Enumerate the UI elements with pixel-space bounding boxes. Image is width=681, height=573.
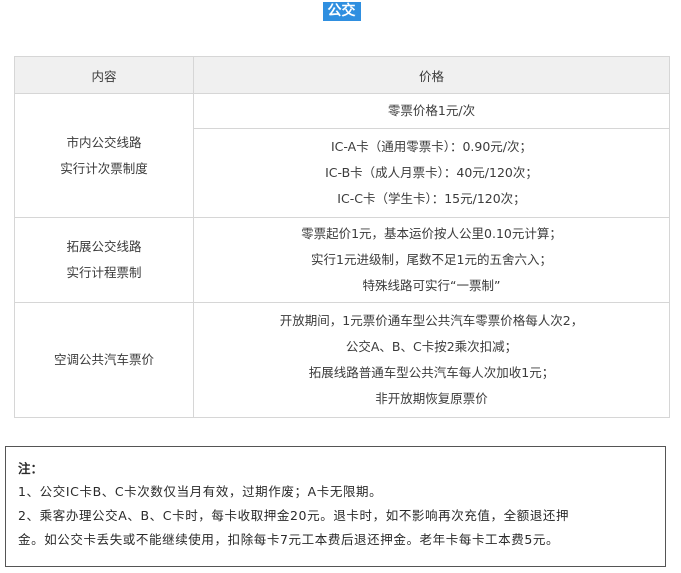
price-line: 公交A、B、C卡按2乘次扣减； xyxy=(345,339,518,354)
content-line: 空调公共汽车票价 xyxy=(53,352,154,367)
table-row: 市内公交线路 实行计次票制度 零票价格1元/次 xyxy=(14,93,670,218)
title-bar: 公交 xyxy=(0,0,681,21)
header-content: 内容 xyxy=(14,56,194,94)
price-line: IC-C卡（学生卡）：15元/120次； xyxy=(337,191,526,206)
price-line: 零票起价1元，基本运价按人公里0.10元计算； xyxy=(301,226,562,241)
price-line: 非开放期恢复原票价 xyxy=(375,391,488,406)
content-line: 市内公交线路 xyxy=(66,134,142,150)
note-box: 注： 1、公交IC卡B、C卡次数仅当月有效，过期作废；A卡无限期。 2、乘客办理… xyxy=(5,446,666,567)
content-line: 实行计次票制度 xyxy=(60,160,148,176)
price-line: 特殊线路可实行“一票制” xyxy=(362,278,501,293)
price-line: IC-B卡（成人月票卡）：40元/120次； xyxy=(325,165,538,180)
content-cell: 市内公交线路 实行计次票制度 xyxy=(14,93,194,218)
content-line: 实行计程票制 xyxy=(66,265,142,280)
price-line: 零票价格1元/次 xyxy=(387,103,476,118)
fare-table: 内容 价格 市内公交线路 实行计次票制度 零票价格1元/次 IC-A卡（通用零票… xyxy=(14,56,670,418)
note-line: 1、公交IC卡B、C卡次数仅当月有效，过期作废；A卡无限期。 xyxy=(18,484,383,499)
price-line: IC-A卡（通用零票卡）：0.90元/次； xyxy=(331,139,532,154)
table-row: 拓展公交线路 实行计程票制 零票起价1元，基本运价按人公里0.10元计算； 实行… xyxy=(14,217,670,303)
note-line: 金。如公交卡丢失或不能继续使用，扣除每卡7元工本费后退还押金。老年卡每卡工本费5… xyxy=(18,532,560,547)
price-line: 开放期间，1元票价通车型公共汽车零票价格每人次2， xyxy=(279,313,584,328)
note-title: 注： xyxy=(18,461,44,476)
table-header-row: 内容 价格 xyxy=(14,56,670,94)
price-cell: 零票价格1元/次 xyxy=(193,93,670,129)
note-line: 2、乘客办理公交A、B、C卡时，每卡收取押金20元。退卡时，如不影响再次充值，全… xyxy=(18,508,570,523)
price-cell: IC-A卡（通用零票卡）：0.90元/次； IC-B卡（成人月票卡）：40元/1… xyxy=(193,128,670,218)
table-row: 空调公共汽车票价 开放期间，1元票价通车型公共汽车零票价格每人次2， 公交A、B… xyxy=(14,302,670,418)
section-title: 公交 xyxy=(322,2,361,21)
price-line: 拓展线路普通车型公共汽车每人次加收1元； xyxy=(308,365,555,380)
price-line: 实行1元进级制，尾数不足1元的五舍六入； xyxy=(311,252,552,267)
content-line: 拓展公交线路 xyxy=(66,239,142,254)
content-cell: 拓展公交线路 实行计程票制 xyxy=(14,217,194,303)
content-cell: 空调公共汽车票价 xyxy=(14,302,194,418)
header-price: 价格 xyxy=(193,56,670,94)
price-cell: 开放期间，1元票价通车型公共汽车零票价格每人次2， 公交A、B、C卡按2乘次扣减… xyxy=(193,302,670,418)
price-cell: 零票起价1元，基本运价按人公里0.10元计算； 实行1元进级制，尾数不足1元的五… xyxy=(193,217,670,303)
